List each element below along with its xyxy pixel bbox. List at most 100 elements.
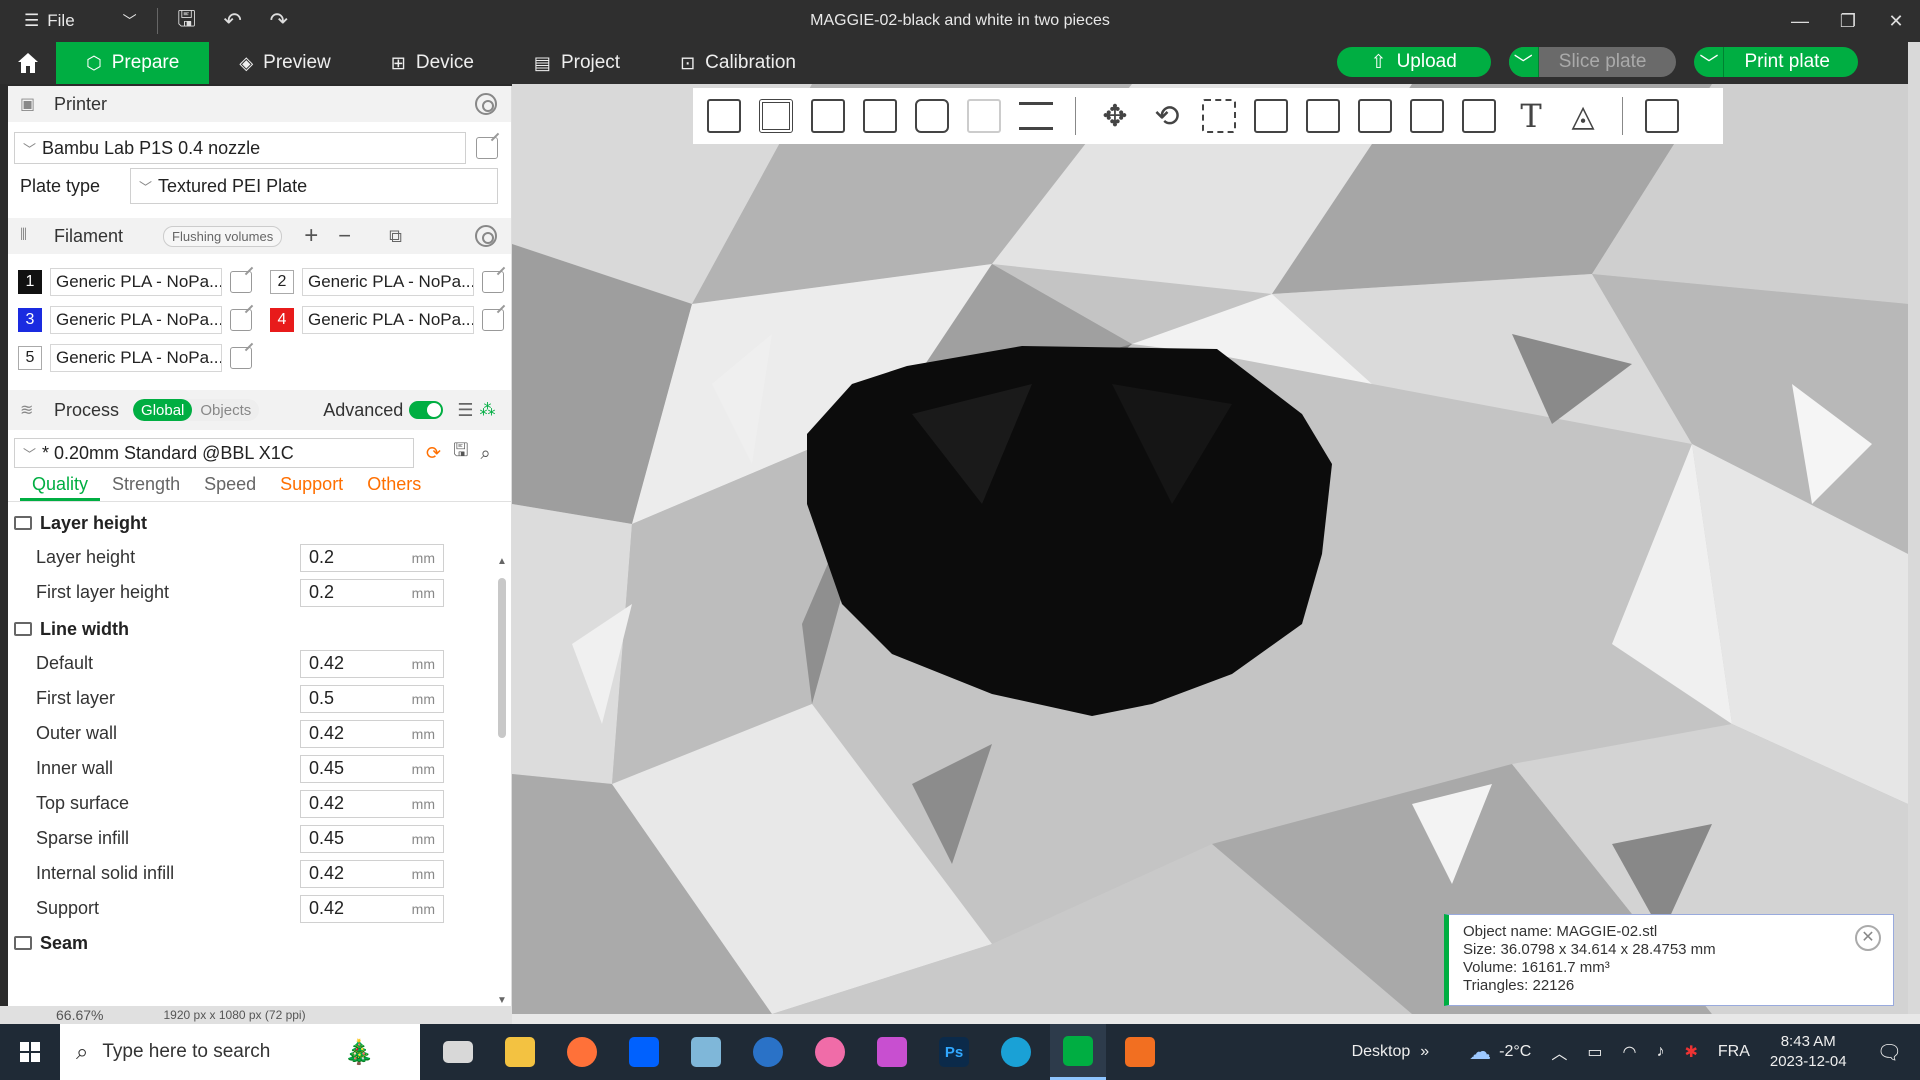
chevron-down-icon[interactable]: ﹀: [1694, 47, 1725, 77]
arrange-icon[interactable]: [857, 93, 903, 139]
wifi-icon[interactable]: ◠: [1623, 1042, 1637, 1062]
tab-calibration[interactable]: ⊡ Calibration: [650, 42, 826, 84]
undo-icon[interactable]: ↶: [210, 0, 256, 42]
rotate-icon[interactable]: ⟲: [1144, 93, 1190, 139]
file-menu[interactable]: ☰ File ﹀: [0, 11, 151, 31]
close-icon[interactable]: ✕: [1872, 0, 1920, 42]
file-explorer-icon[interactable]: [492, 1024, 548, 1080]
global-option[interactable]: Global: [133, 399, 193, 421]
cut-icon[interactable]: [1300, 93, 1346, 139]
top-surface-input[interactable]: 0.42 mm: [300, 789, 444, 818]
filament-select[interactable]: Generic PLA - NoPa...: [302, 268, 474, 296]
photos-app-icon[interactable]: [678, 1024, 734, 1080]
filament-color-swatch[interactable]: 3: [18, 308, 42, 332]
internal-solid-infill-input[interactable]: 0.42 mm: [300, 859, 444, 888]
printer-select[interactable]: ﹀ Bambu Lab P1S 0.4 nozzle: [14, 132, 466, 164]
params-scrollbar[interactable]: ▲ ▼: [497, 556, 507, 1006]
tab-preview[interactable]: ◈ Preview: [209, 42, 360, 84]
tab-quality[interactable]: Quality: [20, 474, 101, 501]
first-layer-height-input[interactable]: 0.2 mm: [300, 578, 444, 607]
tab-device[interactable]: ⊞ Device: [361, 42, 504, 84]
edit-icon[interactable]: [476, 137, 498, 159]
tab-project[interactable]: ▤ Project: [504, 42, 650, 84]
split-objects-icon[interactable]: [909, 93, 955, 139]
gear-icon[interactable]: [475, 225, 497, 247]
network-icon[interactable]: ✱: [1684, 1042, 1697, 1062]
filament-color-swatch[interactable]: 1: [18, 270, 42, 294]
notifications-icon[interactable]: 🗨: [1877, 1040, 1902, 1065]
auto-orient-icon[interactable]: [805, 93, 851, 139]
camera-app-icon[interactable]: [864, 1024, 920, 1080]
move-icon[interactable]: ✥: [1092, 93, 1138, 139]
global-objects-switch[interactable]: Global Objects: [133, 399, 260, 421]
start-button[interactable]: [0, 1024, 60, 1080]
tab-others[interactable]: Others: [355, 474, 433, 501]
tab-strength[interactable]: Strength: [100, 474, 192, 501]
layer-height-input[interactable]: 0.2 mm: [300, 543, 444, 572]
scroll-thumb[interactable]: [498, 578, 506, 738]
first-layer-line-width-input[interactable]: 0.5 mm: [300, 684, 444, 713]
add-plate-icon[interactable]: [753, 93, 799, 139]
print-plate-button[interactable]: ﹀ Print plate: [1694, 47, 1858, 77]
scroll-down-icon[interactable]: ▼: [497, 995, 507, 1006]
temperature[interactable]: -2°C: [1499, 1043, 1531, 1061]
plate-type-select[interactable]: ﹀ Textured PEI Plate: [130, 168, 498, 204]
taskbar-search[interactable]: ⌕ Type here to search 🎄: [60, 1024, 420, 1080]
upload-button[interactable]: ⇧ Upload: [1336, 47, 1491, 77]
filament-select[interactable]: Generic PLA - NoPa...: [50, 268, 222, 296]
maximize-icon[interactable]: ❐: [1824, 0, 1872, 42]
support-painting-icon[interactable]: [1404, 93, 1450, 139]
search-icon[interactable]: ⌕: [480, 443, 490, 464]
edit-icon[interactable]: [230, 309, 252, 331]
redo-icon[interactable]: ↷: [256, 0, 302, 42]
inkscape-icon[interactable]: [740, 1024, 796, 1080]
battery-icon[interactable]: ▭: [1587, 1042, 1602, 1062]
edit-icon[interactable]: [230, 271, 252, 293]
tab-speed[interactable]: Speed: [192, 474, 268, 501]
flushing-volumes-button[interactable]: Flushing volumes: [163, 225, 283, 247]
gear-icon[interactable]: [475, 93, 497, 115]
firefox-icon[interactable]: [554, 1024, 610, 1080]
chevron-down-icon[interactable]: ﹀: [1508, 47, 1539, 77]
tab-prepare[interactable]: ⬡ Prepare: [56, 42, 210, 84]
save-icon[interactable]: 🖫: [164, 0, 210, 42]
color-painting-icon[interactable]: ◬: [1560, 93, 1606, 139]
filament-select[interactable]: Generic PLA - NoPa...: [302, 306, 474, 334]
weather-icon[interactable]: ☁: [1469, 1039, 1491, 1065]
edit-icon[interactable]: [482, 271, 504, 293]
seam-painting-icon[interactable]: [1456, 93, 1502, 139]
slice-plate-button[interactable]: ﹀ Slice plate: [1508, 47, 1677, 77]
mesh-boolean-icon[interactable]: [1352, 93, 1398, 139]
add-object-icon[interactable]: [701, 93, 747, 139]
default-line-width-input[interactable]: 0.42 mm: [300, 649, 444, 678]
save-preset-icon[interactable]: 🖫: [453, 438, 468, 468]
close-icon[interactable]: ✕: [1855, 925, 1881, 951]
clock[interactable]: 8:43 AM 2023-12-04: [1770, 1032, 1847, 1072]
inner-wall-input[interactable]: 0.45 mm: [300, 754, 444, 783]
text-shape-icon[interactable]: T: [1508, 93, 1554, 139]
itunes-icon[interactable]: [802, 1024, 858, 1080]
filament-color-swatch[interactable]: 2: [270, 270, 294, 294]
edit-icon[interactable]: [482, 309, 504, 331]
filament-color-swatch[interactable]: 4: [270, 308, 294, 332]
sparse-infill-input[interactable]: 0.45 mm: [300, 824, 444, 853]
bambu-studio-icon[interactable]: [1050, 1024, 1106, 1080]
layers-editing-icon[interactable]: [1013, 93, 1059, 139]
chevron-right-icon[interactable]: »: [1420, 1043, 1429, 1061]
fusion360-icon[interactable]: [1112, 1024, 1168, 1080]
photoshop-icon[interactable]: Ps: [926, 1024, 982, 1080]
filament-select[interactable]: Generic PLA - NoPa...: [50, 344, 222, 372]
tab-support[interactable]: Support: [268, 474, 355, 501]
s-app-icon[interactable]: [988, 1024, 1044, 1080]
outer-wall-input[interactable]: 0.42 mm: [300, 719, 444, 748]
filament-select[interactable]: Generic PLA - NoPa...: [50, 306, 222, 334]
process-preset-select[interactable]: ﹀ * 0.20mm Standard @BBL X1C: [14, 438, 414, 468]
3d-viewport[interactable]: [512, 84, 1908, 1014]
mail-app-icon[interactable]: [430, 1024, 486, 1080]
minus-icon[interactable]: −: [338, 223, 351, 249]
language-indicator[interactable]: FRA: [1718, 1043, 1750, 1061]
minimize-icon[interactable]: —: [1776, 0, 1824, 42]
chevron-up-icon[interactable]: ︿: [1551, 1040, 1567, 1064]
lay-on-face-icon[interactable]: [1248, 93, 1294, 139]
filament-color-swatch[interactable]: 5: [18, 346, 42, 370]
